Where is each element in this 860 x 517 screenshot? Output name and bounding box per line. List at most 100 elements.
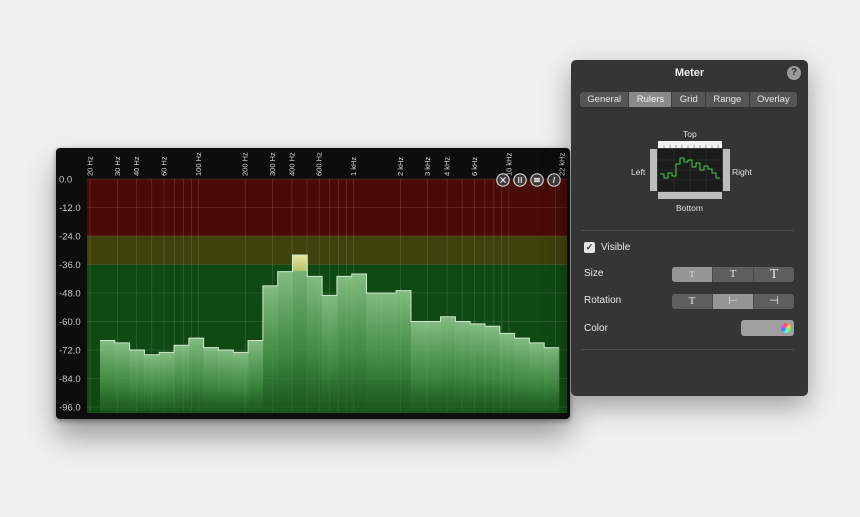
spectrum-bar bbox=[129, 350, 145, 413]
peak-hold-marker bbox=[292, 255, 308, 271]
size-large-button[interactable]: T bbox=[753, 267, 794, 282]
pause-button[interactable] bbox=[513, 173, 527, 187]
spectrum-bar bbox=[499, 333, 515, 413]
tab-bar: General Rulers Grid Range Overlay bbox=[580, 92, 797, 107]
spectrum-bar bbox=[188, 338, 204, 413]
db-tick-label: 0.0 bbox=[59, 175, 72, 186]
size-segmented-control: T T T bbox=[672, 267, 794, 282]
db-tick-label: -48.0 bbox=[59, 289, 81, 300]
ruler-top-toggle bbox=[658, 141, 722, 148]
ruler-left-label: Left bbox=[631, 167, 646, 177]
visible-checkbox[interactable]: ✓ bbox=[584, 242, 595, 253]
size-label: Size bbox=[584, 268, 604, 279]
meter-settings-panel: Meter ? General Rulers Grid Range Overla… bbox=[571, 60, 808, 396]
tab-general[interactable]: General bbox=[580, 92, 628, 107]
spectrum-bar bbox=[277, 271, 293, 413]
frequency-tick-label: 300 Hz bbox=[268, 152, 277, 176]
visible-row[interactable]: ✓ Visible bbox=[584, 242, 630, 253]
section-divider bbox=[581, 230, 794, 231]
rotation-right-button[interactable]: ⊣ bbox=[753, 294, 794, 309]
visible-label: Visible bbox=[601, 242, 631, 253]
frequency-tick-label: 22 kHz bbox=[558, 152, 567, 176]
panel-title: Meter bbox=[674, 67, 705, 79]
spectrum-bar bbox=[159, 352, 175, 413]
spectrum-graph: 0.0 -12.0 -24.0 -36.0 -48.0 -60.0 -72.0 -84.0 -9… bbox=[59, 152, 567, 414]
menu-button[interactable] bbox=[530, 173, 544, 187]
color-well[interactable] bbox=[741, 320, 794, 336]
db-tick-label: -12.0 bbox=[59, 203, 81, 214]
help-button[interactable]: ? bbox=[787, 66, 801, 80]
ruler-left-toggle bbox=[650, 149, 657, 191]
spectrum-bar bbox=[410, 321, 427, 413]
spectrum-meter-window[interactable]: 0.0 -12.0 -24.0 -36.0 -48.0 -60.0 -72.0 -84.0 -9… bbox=[56, 148, 570, 419]
ruler-right-toggle bbox=[723, 149, 730, 191]
frequency-tick-label: 20 Hz bbox=[86, 156, 95, 176]
db-tick-label: -36.0 bbox=[59, 260, 81, 271]
rotation-left-button[interactable]: ⊢ bbox=[712, 294, 753, 309]
spectrum-bar bbox=[336, 276, 353, 413]
spectrum-bar bbox=[322, 295, 338, 413]
db-tick-label: -24.0 bbox=[59, 232, 81, 243]
spectrum-bar bbox=[351, 274, 367, 413]
spectrum-bar bbox=[307, 276, 323, 413]
spectrum-bar bbox=[470, 323, 486, 413]
color-label: Color bbox=[584, 323, 608, 334]
ruler-bottom-label: Bottom bbox=[676, 203, 703, 213]
frequency-tick-label: 30 Hz bbox=[113, 156, 122, 176]
frequency-tick-label: 2 kHz bbox=[396, 157, 405, 176]
frequency-tick-label: 100 Hz bbox=[194, 152, 203, 176]
tab-range[interactable]: Range bbox=[705, 92, 749, 107]
ruler-top-label: Top bbox=[683, 129, 697, 139]
frequency-tick-label: 4 kHz bbox=[443, 157, 452, 176]
spectrum-bar bbox=[514, 338, 530, 413]
frequency-tick-label: 3 kHz bbox=[423, 157, 432, 176]
tab-overlay[interactable]: Overlay bbox=[748, 92, 797, 107]
spectrum-bar bbox=[100, 340, 116, 413]
rotation-label: Rotation bbox=[584, 295, 622, 306]
spectrum-bar bbox=[144, 354, 160, 413]
spectrum-bar bbox=[248, 340, 264, 413]
frequency-tick-label: 60 Hz bbox=[160, 156, 169, 176]
frequency-tick-label: 600 Hz bbox=[315, 152, 324, 176]
spectrum-bar bbox=[203, 347, 219, 413]
frequency-tick-label: 10 kHz bbox=[504, 152, 513, 176]
frequency-tick-label: 6 kHz bbox=[470, 157, 479, 176]
close-button[interactable] bbox=[496, 173, 510, 187]
db-tick-label: -96.0 bbox=[59, 403, 81, 414]
ruler-bottom-toggle bbox=[658, 192, 722, 199]
spectrum-bar bbox=[218, 350, 234, 413]
spectrum-bar bbox=[544, 347, 560, 413]
spectrum-bar bbox=[114, 342, 130, 413]
spectrum-bar bbox=[440, 316, 456, 413]
db-tick-label: -60.0 bbox=[59, 317, 81, 328]
ruler-position-preview: Top Left Right Bottom bbox=[621, 124, 761, 214]
size-small-button[interactable]: T bbox=[672, 267, 712, 282]
spectrum-bar bbox=[233, 352, 249, 413]
spectrum-bar bbox=[262, 285, 278, 413]
frequency-tick-label: 400 Hz bbox=[287, 152, 296, 176]
db-tick-label: -84.0 bbox=[59, 374, 81, 385]
frequency-tick-label: 1 kHz bbox=[349, 157, 358, 176]
ruler-preview-graphic[interactable] bbox=[650, 140, 730, 202]
tab-grid[interactable]: Grid bbox=[671, 92, 705, 107]
size-medium-button[interactable]: T bbox=[712, 267, 753, 282]
zone-yellow bbox=[87, 236, 567, 265]
db-tick-label: -72.0 bbox=[59, 346, 81, 357]
section-divider-bottom bbox=[581, 349, 794, 350]
spectrum-bar bbox=[425, 321, 441, 413]
spectrum-bar bbox=[292, 255, 308, 413]
spectrum-bar bbox=[455, 321, 471, 413]
spectrum-bar bbox=[396, 290, 412, 413]
spectrum-bar bbox=[484, 326, 501, 413]
color-wheel-icon[interactable] bbox=[781, 323, 791, 333]
frequency-tick-label: 40 Hz bbox=[132, 156, 141, 176]
spectrum-bar bbox=[174, 345, 190, 413]
ruler-right-label: Right bbox=[732, 167, 752, 177]
rotation-segmented-control: T ⊢ ⊣ bbox=[672, 294, 794, 309]
rotation-none-button[interactable]: T bbox=[672, 294, 712, 309]
frequency-tick-label: 200 Hz bbox=[241, 152, 250, 176]
tab-rulers[interactable]: Rulers bbox=[628, 92, 672, 107]
menu-icon bbox=[533, 177, 541, 183]
info-button[interactable] bbox=[547, 173, 561, 187]
spectrum-bar bbox=[366, 293, 382, 413]
